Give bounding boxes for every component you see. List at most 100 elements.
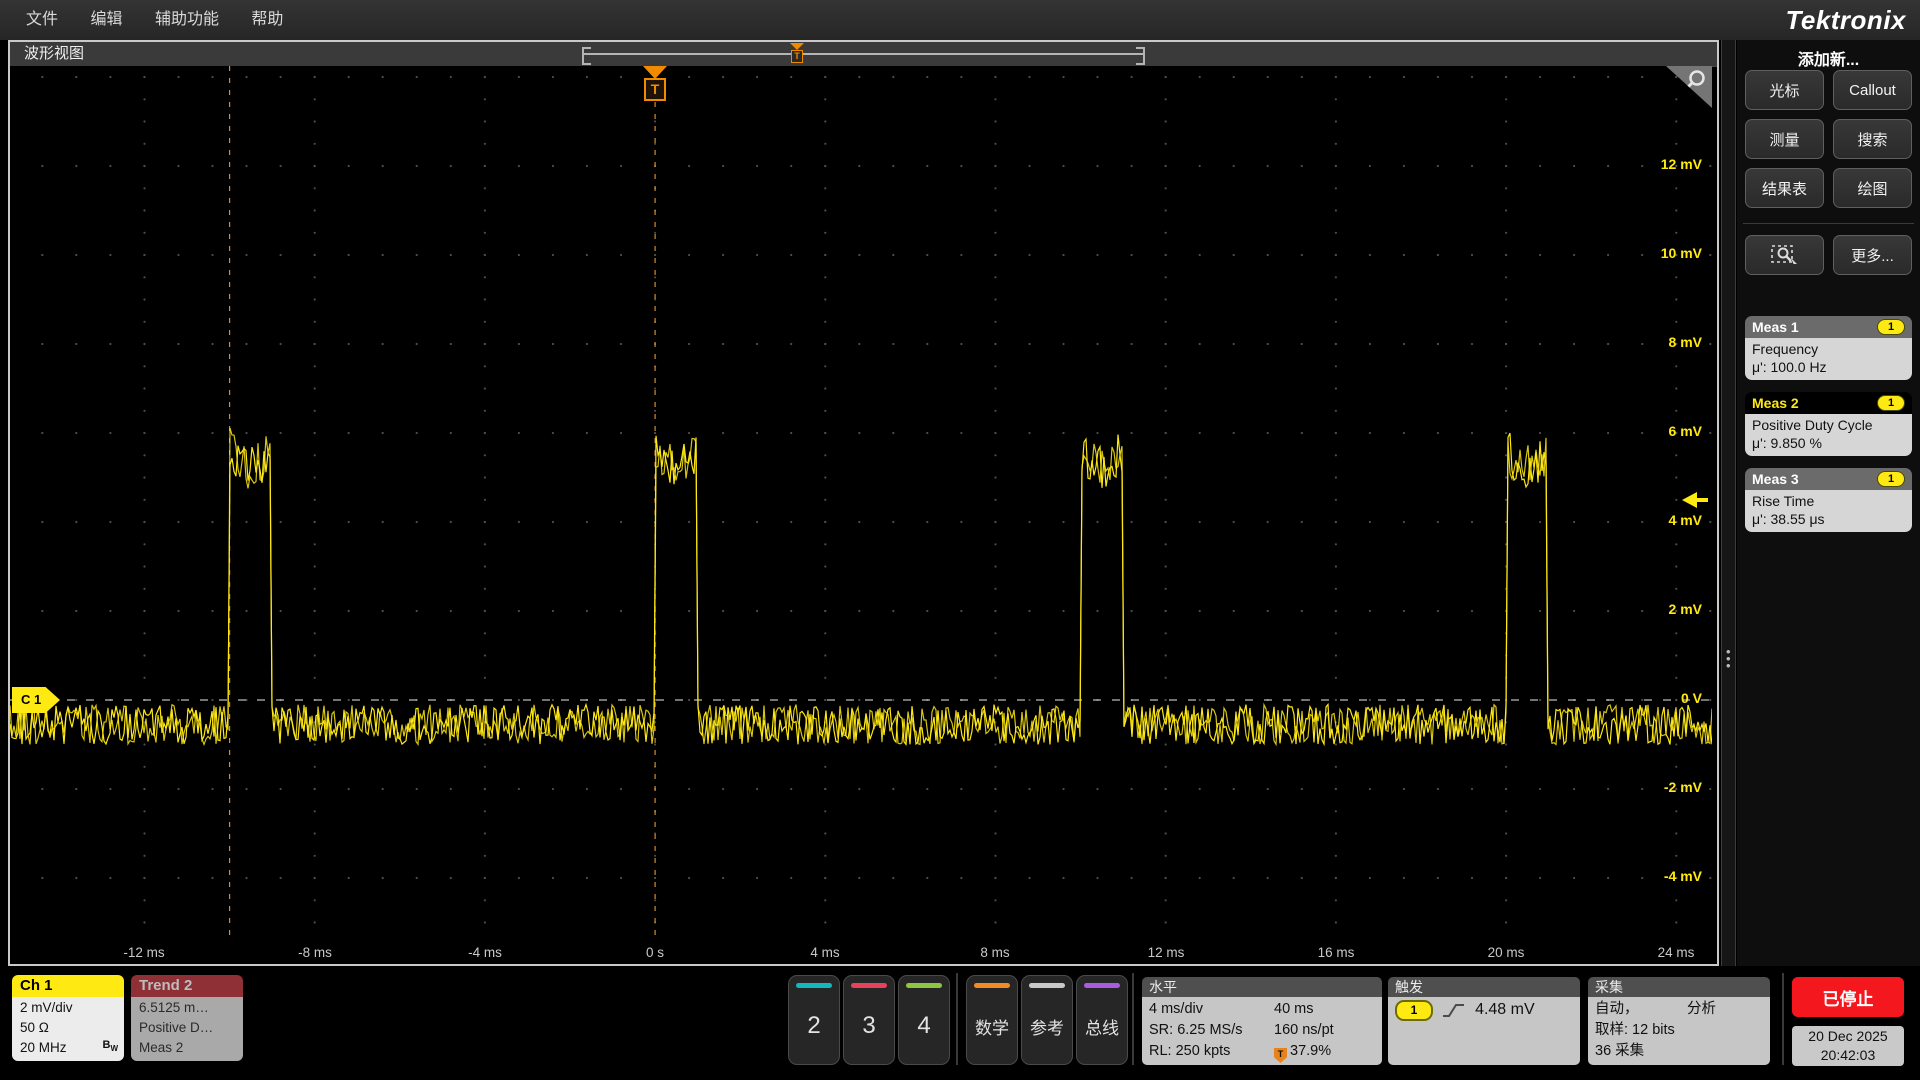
magnifier-icon	[1691, 72, 1704, 85]
trend-2-badge[interactable]: Trend 2 6.5125 m… Positive D… Meas 2	[131, 975, 243, 1061]
trigger-level-value: 4.48 mV	[1475, 1001, 1535, 1018]
rising-edge-icon	[1441, 1002, 1467, 1019]
add-reference-button[interactable]: 参考	[1021, 975, 1073, 1065]
oscilloscope-screen: 文件 编辑 辅助功能 帮助 Tektronix 波形视图 T T	[0, 0, 1920, 1080]
meas-type: Frequency	[1752, 340, 1905, 358]
plot-button[interactable]: 绘图	[1833, 168, 1912, 208]
acquisition-panel[interactable]: 采集 自动， 分析 取样: 12 bits 36 采集	[1588, 977, 1770, 1065]
x-tick-label: 12 ms	[1121, 945, 1211, 960]
menu-help[interactable]: 帮助	[251, 0, 283, 40]
add-new-title: 添加新...	[1737, 46, 1920, 70]
more-button[interactable]: 更多...	[1833, 235, 1912, 275]
x-tick-label: -8 ms	[270, 945, 360, 960]
channel-1-badge[interactable]: Ch 1 2 mV/div 50 Ω 20 MHz BW	[12, 975, 124, 1061]
x-tick-label: 0 s	[610, 945, 700, 960]
tab-bar: 波形视图 T	[10, 42, 1717, 67]
meas-name: Meas 3	[1752, 471, 1799, 487]
bandwidth-limit-icon: BW	[102, 1035, 118, 1059]
trigger-position-marker-icon[interactable]: T	[641, 66, 669, 101]
trend2-type: Positive D…	[139, 1018, 235, 1038]
sample-rate: SR: 6.25 MS/s	[1149, 1020, 1274, 1041]
x-tick-label: 20 ms	[1461, 945, 1551, 960]
record-position-track	[582, 53, 1145, 55]
callout-button[interactable]: Callout	[1833, 70, 1912, 110]
menu-file[interactable]: 文件	[26, 0, 58, 40]
horizontal-panel[interactable]: 水平 4 ms/div 40 ms SR: 6.25 MS/s 160 ns/p…	[1142, 977, 1382, 1065]
sidebar-tools: 更多...	[1745, 235, 1912, 275]
y-tick-label: 6 mV	[1602, 423, 1702, 439]
trigger-level-arrow-icon[interactable]	[1682, 492, 1708, 508]
add-new-buttons: 光标 Callout 测量 搜索 结果表 绘图	[1745, 70, 1912, 208]
search-button[interactable]: 搜索	[1833, 119, 1912, 159]
acquisition-mode: 自动，	[1595, 999, 1687, 1020]
meas-type: Positive Duty Cycle	[1752, 416, 1905, 434]
record-left-bracket[interactable]	[582, 47, 591, 65]
trend2-source: Meas 2	[139, 1038, 235, 1058]
measure-button[interactable]: 测量	[1745, 119, 1824, 159]
menu-bar: 文件 编辑 辅助功能 帮助 Tektronix	[0, 0, 1920, 40]
cursors-button[interactable]: 光标	[1745, 70, 1824, 110]
meas-name: Meas 1	[1752, 319, 1799, 335]
record-position-bar[interactable]: T	[582, 45, 1145, 63]
results-table-button[interactable]: 结果表	[1745, 168, 1824, 208]
y-tick-label: -4 mV	[1602, 868, 1702, 884]
meas-value: μ': 100.0 Hz	[1752, 358, 1905, 376]
meas-1-badge[interactable]: Meas 1 1 Frequency μ': 100.0 Hz	[1745, 316, 1912, 380]
meas-source-pill: 1	[1877, 471, 1905, 487]
horizontal-window: 40 ms	[1274, 999, 1314, 1020]
y-tick-label: 4 mV	[1602, 512, 1702, 528]
record-trigger-marker-icon[interactable]: T	[789, 43, 805, 63]
waveform-plot	[10, 66, 1712, 942]
run-stop-button[interactable]: 已停止	[1792, 977, 1904, 1017]
splitter-grip-icon[interactable]: •••	[1726, 648, 1731, 669]
tab-waveform-view[interactable]: 波形视图	[24, 42, 84, 66]
meas-source-pill: 1	[1877, 319, 1905, 335]
trigger-source-pill: 1	[1395, 1000, 1433, 1021]
bottom-bar-separator	[1782, 973, 1784, 1065]
bottom-bar-separator	[956, 973, 958, 1065]
x-tick-label: -4 ms	[440, 945, 530, 960]
record-length: RL: 250 kpts	[1149, 1041, 1274, 1063]
y-tick-label: -2 mV	[1602, 779, 1702, 795]
horizontal-scale: 4 ms/div	[1149, 999, 1274, 1020]
meas-value: μ': 9.850 %	[1752, 434, 1905, 452]
y-tick-label: 12 mV	[1602, 156, 1702, 172]
zoom-select-button[interactable]	[1745, 235, 1824, 275]
meas-type: Rise Time	[1752, 492, 1905, 510]
add-channel-3-button[interactable]: 3	[843, 975, 895, 1065]
zoom-select-icon	[1770, 243, 1800, 267]
add-channel-2-button[interactable]: 2	[788, 975, 840, 1065]
y-tick-label: 0 V	[1602, 690, 1702, 706]
panel-splitter[interactable]: •••	[1721, 40, 1736, 966]
trigger-flag-icon: T	[1274, 1048, 1287, 1063]
meas-source-pill: 1	[1877, 395, 1905, 411]
meas-3-badge[interactable]: Meas 3 1 Rise Time μ': 38.55 μs	[1745, 468, 1912, 532]
time: 20:42:03	[1792, 1046, 1904, 1065]
y-tick-label: 10 mV	[1602, 245, 1702, 261]
record-right-bracket[interactable]	[1136, 47, 1145, 65]
x-tick-label: 4 ms	[780, 945, 870, 960]
horizontal-title: 水平	[1142, 977, 1382, 997]
sidebar: 添加新... 光标 Callout 测量 搜索 结果表 绘图 更多...	[1737, 40, 1920, 966]
waveform-view-window: 波形视图 T T C 1	[8, 40, 1719, 966]
datetime-display: 20 Dec 2025 20:42:03	[1792, 1026, 1904, 1066]
graticule[interactable]: T C 1 12 mV 10 mV 8 mV 6 mV 4 mV 2 mV	[10, 66, 1712, 964]
y-tick-label: 2 mV	[1602, 601, 1702, 617]
date: 20 Dec 2025	[1792, 1027, 1904, 1046]
trigger-position: T37.9%	[1274, 1041, 1331, 1063]
acquisition-analysis: 分析	[1687, 999, 1716, 1020]
menu-edit[interactable]: 编辑	[90, 0, 122, 40]
menu-utility[interactable]: 辅助功能	[155, 0, 219, 40]
trigger-title: 触发	[1388, 977, 1580, 997]
meas-2-badge[interactable]: Meas 2 1 Positive Duty Cycle μ': 9.850 %	[1745, 392, 1912, 456]
channel-1-title: Ch 1	[12, 975, 124, 997]
add-channel-4-button[interactable]: 4	[898, 975, 950, 1065]
add-math-button[interactable]: 数学	[966, 975, 1018, 1065]
add-bus-button[interactable]: 总线	[1076, 975, 1128, 1065]
x-tick-label: 24 ms	[1631, 945, 1721, 960]
trigger-panel[interactable]: 触发 1 4.48 mV	[1388, 977, 1580, 1065]
x-tick-label: 16 ms	[1291, 945, 1381, 960]
tektronix-logo: Tektronix	[1785, 5, 1906, 36]
trend2-value: 6.5125 m…	[139, 998, 235, 1018]
ch1-scale: 2 mV/div	[20, 998, 116, 1018]
